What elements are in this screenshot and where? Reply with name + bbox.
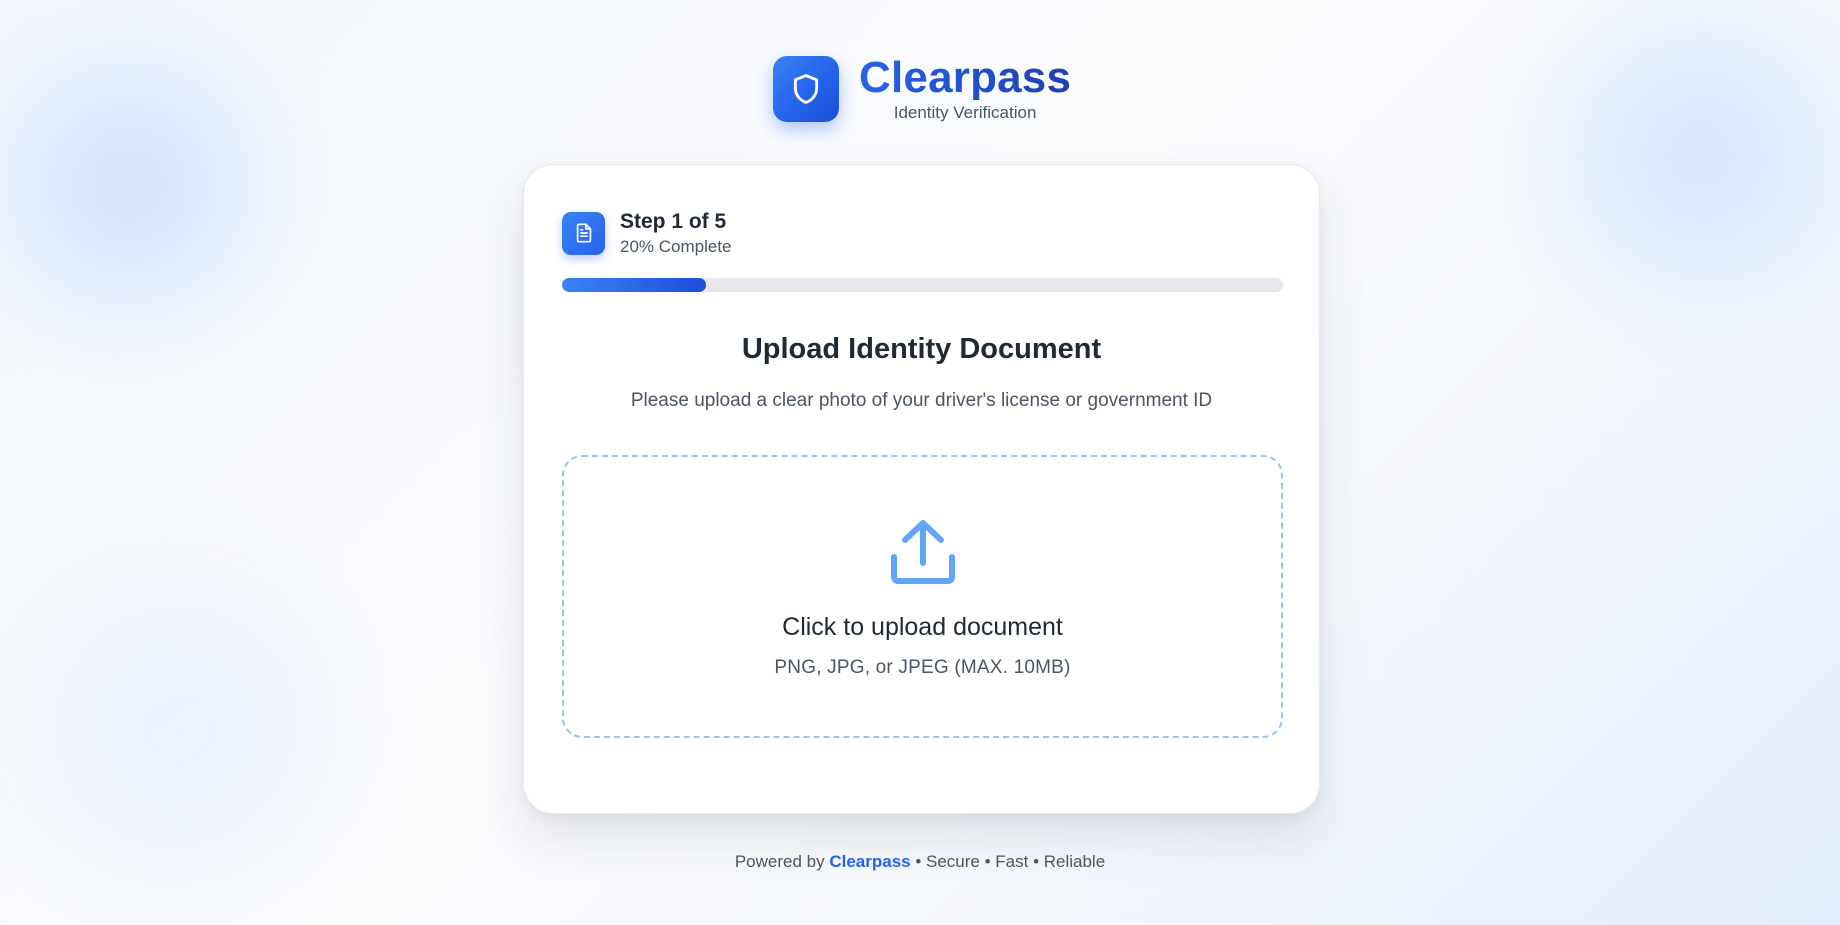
brand-text: Clearpass Identity Verification xyxy=(859,52,1072,123)
footer-suffix: • Secure • Fast • Reliable xyxy=(915,852,1106,871)
brand-logo xyxy=(773,56,839,122)
background-blob xyxy=(0,20,300,350)
page-title: Upload Identity Document xyxy=(741,333,1102,365)
progress-bar-fill xyxy=(562,278,707,292)
step-indicator: Step 1 of 5 20% Complete xyxy=(562,209,732,257)
document-icon xyxy=(576,223,591,243)
upload-title: Click to upload document xyxy=(782,613,1063,641)
verification-card: Step 1 of 5 20% Complete Upload Identity… xyxy=(523,164,1320,814)
step-title: Step 1 of 5 xyxy=(620,210,727,233)
background-blob xyxy=(1520,0,1840,330)
footer: Powered by Clearpass • Secure • Fast • R… xyxy=(0,852,1840,872)
brand-subtitle: Identity Verification xyxy=(893,102,1037,122)
step-progress-text: 20% Complete xyxy=(620,237,732,256)
page-description: Please upload a clear photo of your driv… xyxy=(630,390,1213,411)
footer-prefix: Powered by xyxy=(734,852,825,871)
step-icon-badge xyxy=(562,211,605,255)
brand-name: Clearpass xyxy=(859,52,1072,102)
step-text: Step 1 of 5 20% Complete xyxy=(620,209,732,257)
upload-formats: PNG, JPG, or JPEG (MAX. 10MB) xyxy=(774,657,1071,678)
upload-icon xyxy=(890,520,955,584)
footer-brand: Clearpass xyxy=(829,852,911,871)
shield-icon xyxy=(793,74,819,104)
progress-bar xyxy=(562,278,1283,292)
upload-dropzone[interactable]: Click to upload document PNG, JPG, or JP… xyxy=(562,455,1283,738)
brand-header: Clearpass Identity Verification xyxy=(773,52,1072,123)
